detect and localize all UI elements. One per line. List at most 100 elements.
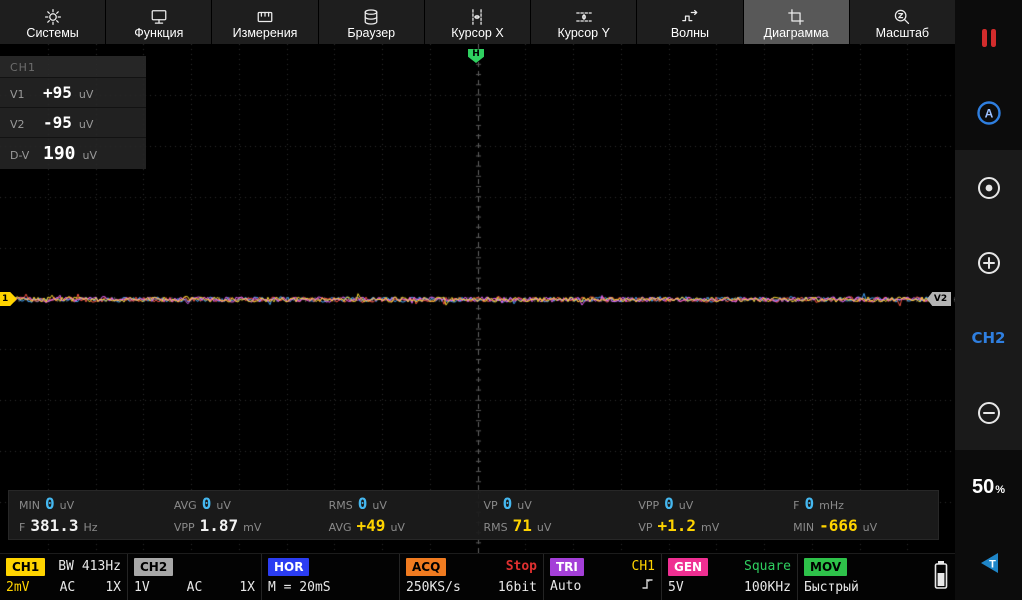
ch1-badge[interactable]: CH1 bbox=[6, 558, 45, 576]
readout-row-v1: V1 +95 uV bbox=[0, 77, 146, 107]
toolbar-button-scale[interactable]: Масштаб bbox=[850, 0, 955, 44]
ch2-probe: 1X bbox=[239, 580, 255, 596]
mov-speed: Быстрый bbox=[804, 580, 859, 596]
status-group-acquisition[interactable]: ACQ Stop 250KS/s 16bit bbox=[400, 554, 544, 600]
measurement-unit: uV bbox=[679, 499, 694, 512]
bandwidth-value: 413Hz bbox=[82, 559, 121, 575]
toolbar-button-cursor-x[interactable]: Курсор X bbox=[425, 0, 530, 44]
cursor-x-icon bbox=[468, 8, 486, 25]
measurement-value: 0 bbox=[202, 496, 212, 512]
ch1-scale: 2mV bbox=[6, 580, 29, 596]
gen-level: 5V bbox=[668, 580, 684, 596]
toolbar-button-systems[interactable]: Системы bbox=[0, 0, 105, 44]
sample-rate: 250KS/s bbox=[406, 580, 461, 596]
toolbar-button-measurements[interactable]: Измерения bbox=[212, 0, 317, 44]
measurement-cell: VPP 1.87 mV bbox=[174, 518, 319, 534]
tri-badge[interactable]: TRI bbox=[550, 558, 584, 576]
waves-icon bbox=[681, 8, 699, 25]
measurement-column: RMS 0 uV AVG +49 uV bbox=[319, 491, 474, 539]
right-sidebar: A CH2 50% T bbox=[955, 0, 1022, 600]
timebase-value: M = 20mS bbox=[268, 580, 331, 596]
measurement-column: VPP 0 uV VP +1.2 mV bbox=[628, 491, 783, 539]
measurement-cell: RMS 71 uV bbox=[483, 518, 628, 534]
measurement-value: 0 bbox=[503, 496, 513, 512]
trigger-source: CH1 bbox=[632, 559, 655, 575]
measurement-value: 71 bbox=[513, 518, 532, 534]
mov-badge[interactable]: MOV bbox=[804, 558, 847, 576]
toolbar-button-browser[interactable]: Браузер bbox=[319, 0, 424, 44]
toolbar-button-waves[interactable]: Волны bbox=[637, 0, 742, 44]
readout-channel-label: CH1 bbox=[0, 56, 146, 77]
measurement-value: 0 bbox=[664, 496, 674, 512]
channel-readout-panel: CH1 V1 +95 uV V2 -95 uV D-V 190 uV bbox=[0, 56, 146, 169]
zoom-level-button[interactable]: 50% bbox=[955, 450, 1022, 525]
toolbar-button-function[interactable]: Функция bbox=[106, 0, 211, 44]
autoset-button[interactable]: A bbox=[955, 75, 1022, 150]
top-toolbar: Системы Функция Измерения Браузер Курсор… bbox=[0, 0, 955, 44]
gen-badge[interactable]: GEN bbox=[668, 558, 708, 576]
toolbar-label: Курсор Y bbox=[557, 27, 609, 40]
status-group-horizontal[interactable]: HOR M = 20mS bbox=[262, 554, 400, 600]
measurement-value: -666 bbox=[819, 518, 858, 534]
acq-badge[interactable]: ACQ bbox=[406, 558, 446, 576]
svg-text:T: T bbox=[989, 558, 996, 570]
run-stop-button[interactable] bbox=[955, 0, 1022, 75]
measurement-cell: AVG 0 uV bbox=[174, 496, 319, 512]
measurement-unit: uV bbox=[216, 499, 231, 512]
zoom-in-button[interactable] bbox=[955, 225, 1022, 300]
measurement-unit: uV bbox=[390, 521, 405, 534]
record-button[interactable] bbox=[955, 150, 1022, 225]
status-group-generator[interactable]: GEN Square 5V 100KHz bbox=[662, 554, 798, 600]
toolbar-label: Системы bbox=[26, 27, 78, 40]
hor-badge[interactable]: HOR bbox=[268, 558, 309, 576]
status-bar: CH1 BW413Hz 2mV AC 1X CH2 1V AC 1X HOR bbox=[0, 553, 955, 600]
zoom-out-button[interactable] bbox=[955, 375, 1022, 450]
toolbar-label: Измерения bbox=[233, 27, 298, 40]
active-channel-label: CH2 bbox=[972, 329, 1006, 347]
ruler-icon bbox=[256, 8, 274, 25]
measurement-value: 0 bbox=[358, 496, 368, 512]
measurement-unit: uV bbox=[863, 521, 878, 534]
svg-text:A: A bbox=[984, 106, 993, 120]
measurement-label: VPP bbox=[174, 521, 195, 534]
status-group-ch2[interactable]: CH2 1V AC 1X bbox=[128, 554, 262, 600]
toolbar-label: Функция bbox=[134, 27, 183, 40]
toolbar-label: Курсор X bbox=[451, 27, 503, 40]
readout-value: -95 bbox=[43, 113, 72, 132]
channel-select-button[interactable]: CH2 bbox=[955, 300, 1022, 375]
measurement-unit: uV bbox=[537, 521, 552, 534]
ch2-badge[interactable]: CH2 bbox=[134, 558, 173, 576]
toolbar-label: Волны bbox=[671, 27, 709, 40]
battery-icon bbox=[933, 559, 949, 595]
database-icon bbox=[362, 8, 380, 25]
measurement-unit: mHz bbox=[819, 499, 844, 512]
ch1-coupling: AC bbox=[60, 580, 76, 596]
measurement-label: MIN bbox=[19, 499, 40, 512]
status-group-ch1[interactable]: CH1 BW413Hz 2mV AC 1X bbox=[0, 554, 128, 600]
battery-indicator bbox=[933, 554, 949, 600]
measurement-unit: mV bbox=[701, 521, 719, 534]
measurement-label: RMS bbox=[483, 521, 507, 534]
measurement-column: VP 0 uV RMS 71 uV bbox=[473, 491, 628, 539]
toolbar-button-cursor-y[interactable]: Курсор Y bbox=[531, 0, 636, 44]
toolbar-button-diagram[interactable]: Диаграмма bbox=[744, 0, 849, 44]
readout-unit: uV bbox=[79, 118, 94, 131]
measurement-unit: mV bbox=[243, 521, 261, 534]
measurement-label: RMS bbox=[329, 499, 353, 512]
measurement-cell: VP +1.2 mV bbox=[638, 518, 783, 534]
readout-label: D-V bbox=[10, 149, 36, 162]
trigger-menu-button[interactable]: T bbox=[955, 525, 1022, 600]
status-group-movement[interactable]: MOV Быстрый bbox=[798, 554, 918, 600]
trigger-t-icon: T bbox=[976, 550, 1002, 576]
measurement-value: 0 bbox=[804, 496, 814, 512]
measurements-panel: MIN 0 uV F 381.3 Hz AVG 0 uV VPP bbox=[8, 490, 939, 540]
gen-frequency: 100KHz bbox=[744, 580, 791, 596]
measurement-cell: MIN 0 uV bbox=[19, 496, 164, 512]
measurement-label: VP bbox=[638, 521, 652, 534]
measurement-value: 0 bbox=[45, 496, 55, 512]
measurement-label: VPP bbox=[638, 499, 659, 512]
gear-icon bbox=[44, 8, 62, 25]
measurement-column: F 0 mHz MIN -666 uV bbox=[783, 491, 938, 539]
status-group-trigger[interactable]: TRI CH1 Auto bbox=[544, 554, 662, 600]
measurement-label: AVG bbox=[174, 499, 197, 512]
